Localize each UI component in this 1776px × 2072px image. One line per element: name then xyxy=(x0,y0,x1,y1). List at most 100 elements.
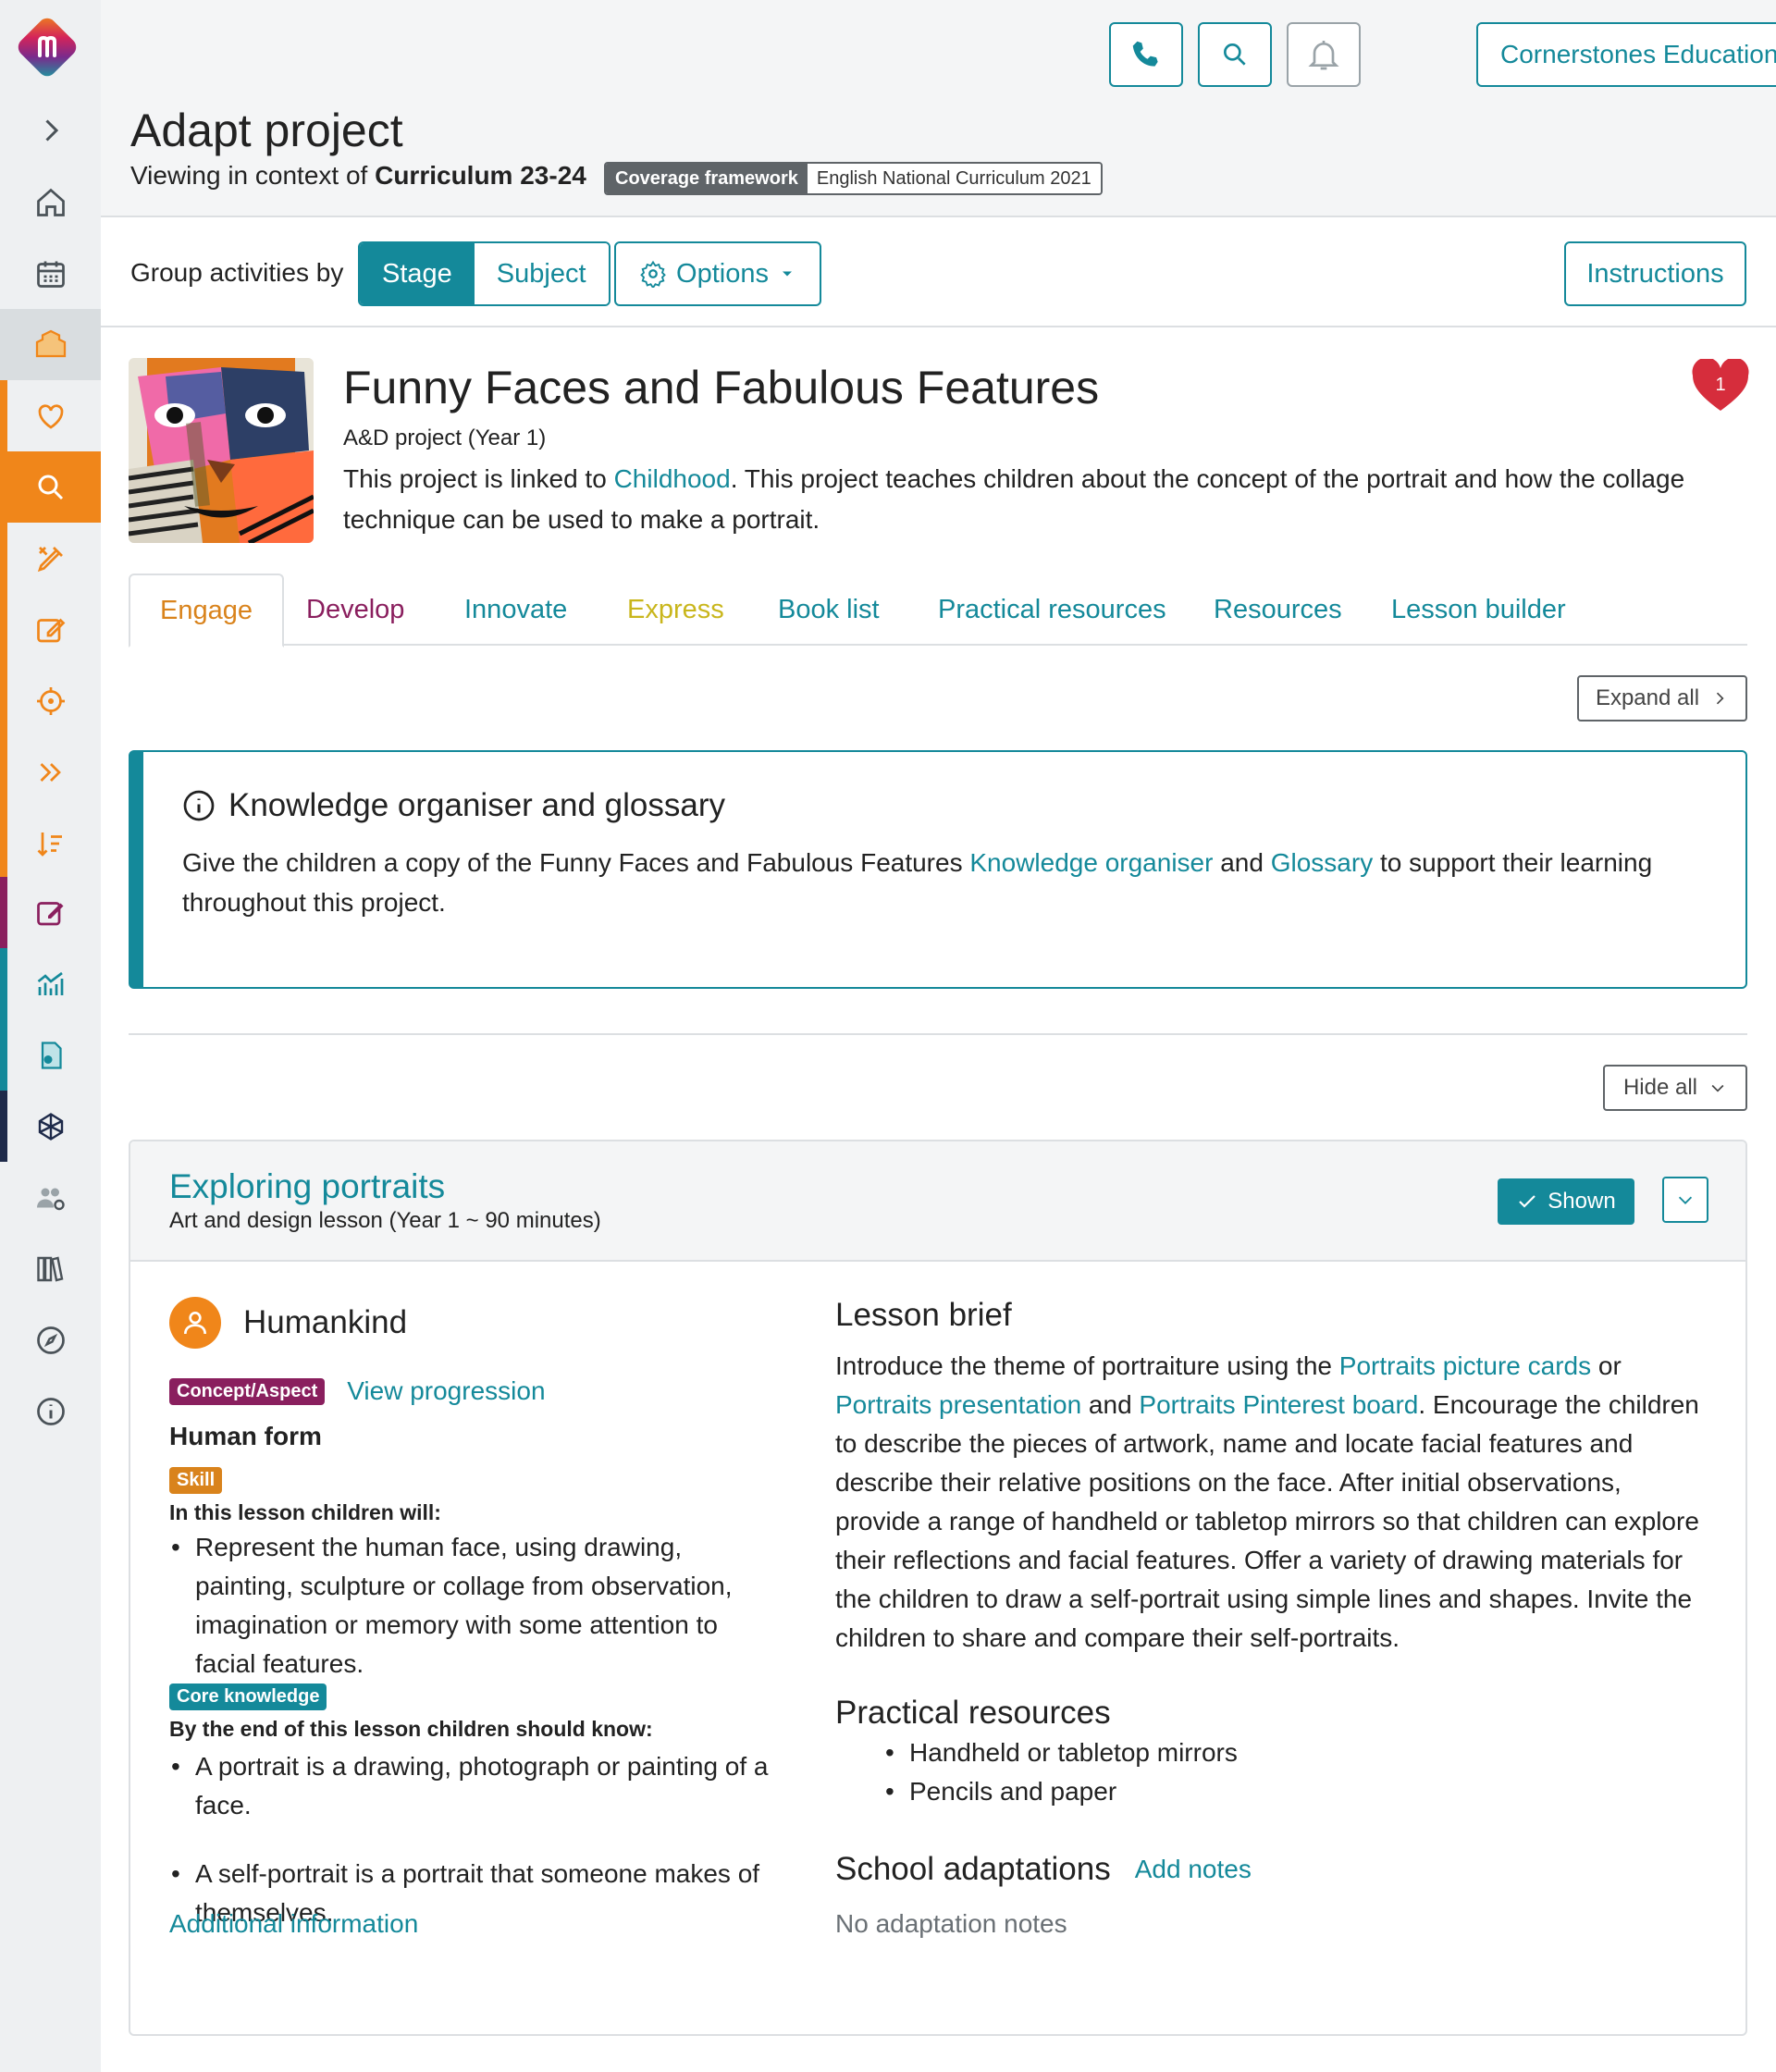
brief-and: and xyxy=(1088,1390,1132,1419)
tab-practical-resources[interactable]: Practical resources xyxy=(938,574,1166,646)
portraits-presentation-link[interactable]: Portraits presentation xyxy=(835,1390,1081,1419)
subject-toggle[interactable]: Subject xyxy=(474,243,609,304)
info-title: Knowledge organiser and glossary xyxy=(182,787,725,824)
info-title-text: Knowledge organiser and glossary xyxy=(228,787,725,823)
project-description: This project is linked to Childhood. Thi… xyxy=(343,459,1712,540)
expand-all-label: Expand all xyxy=(1595,685,1700,710)
organisation-dropdown[interactable]: Cornerstones Education xyxy=(1476,22,1776,87)
tab-express[interactable]: Express xyxy=(627,574,724,646)
notifications-button[interactable] xyxy=(1287,22,1361,87)
compass-icon[interactable] xyxy=(0,1304,101,1375)
chevron-down-icon xyxy=(1711,1084,1724,1092)
info-prefix: Give the children a copy of the Funny Fa… xyxy=(182,848,963,877)
info-and: and xyxy=(1220,848,1264,877)
theme-label: Humankind xyxy=(243,1304,408,1340)
app-logo[interactable] xyxy=(13,13,81,81)
add-notes-link[interactable]: Add notes xyxy=(1135,1855,1252,1884)
tab-book-list[interactable]: Book list xyxy=(778,574,880,646)
view-progression-link[interactable]: View progression xyxy=(347,1376,545,1406)
brief-or: or xyxy=(1597,1351,1622,1380)
chevron-right-icon xyxy=(1716,692,1724,705)
double-chevron-icon[interactable] xyxy=(0,736,101,808)
no-adaptation-notes: No adaptation notes xyxy=(835,1909,1067,1938)
hide-all-button[interactable]: Hide all xyxy=(1603,1065,1747,1111)
analytics-icon[interactable] xyxy=(0,948,101,1019)
core-intro: By the end of this lesson children shoul… xyxy=(169,1717,653,1741)
certificate-icon[interactable] xyxy=(0,1019,101,1091)
heart-icon[interactable] xyxy=(0,380,101,451)
stage-toggle[interactable]: Stage xyxy=(360,243,475,304)
tab-develop[interactable]: Develop xyxy=(306,574,404,646)
favourite-heart-icon[interactable]: 1 xyxy=(1691,357,1750,414)
toolbar: Group activities by Stage Subject Option… xyxy=(101,219,1776,327)
gear-icon xyxy=(640,260,666,288)
tab-resources[interactable]: Resources xyxy=(1214,574,1342,646)
context-line: Viewing in context of Curriculum 23-24 xyxy=(130,161,586,191)
portraits-pinterest-link[interactable]: Portraits Pinterest board xyxy=(1139,1390,1418,1419)
glossary-link[interactable]: Glossary xyxy=(1271,848,1373,877)
home-icon[interactable] xyxy=(0,166,101,238)
phone-icon xyxy=(1132,41,1158,67)
expand-sidebar-icon[interactable] xyxy=(0,94,101,166)
caret-down-icon xyxy=(782,271,792,277)
coverage-framework-badge: Coverage framework English National Curr… xyxy=(604,162,1103,195)
person-icon xyxy=(169,1297,221,1349)
info-nav-icon[interactable] xyxy=(0,1375,101,1447)
info-icon xyxy=(183,790,215,821)
additional-information-link[interactable]: Additional information xyxy=(169,1909,418,1939)
childhood-link[interactable]: Childhood xyxy=(614,464,731,493)
sidebar xyxy=(0,0,101,2072)
knowledge-organiser-link[interactable]: Knowledge organiser xyxy=(969,848,1213,877)
lesson-title-link[interactable]: Exploring portraits xyxy=(169,1167,445,1206)
shown-toggle-button[interactable]: Shown xyxy=(1498,1178,1634,1225)
target-icon[interactable] xyxy=(0,665,101,736)
users-settings-icon[interactable] xyxy=(0,1162,101,1233)
school-icon[interactable] xyxy=(0,309,101,380)
lesson-header: Exploring portraits Art and design lesso… xyxy=(130,1141,1745,1262)
shown-label: Shown xyxy=(1548,1189,1616,1214)
knowledge-organiser-panel: Knowledge organiser and glossary Give th… xyxy=(129,750,1747,989)
library-icon[interactable] xyxy=(0,1233,101,1304)
lesson-collapse-button[interactable] xyxy=(1662,1177,1708,1223)
skill-row: Skill xyxy=(169,1467,223,1494)
school-adaptations-heading: School adaptations xyxy=(835,1851,1111,1887)
phone-button[interactable] xyxy=(1109,22,1183,87)
edit-icon[interactable] xyxy=(0,594,101,665)
theme-heading: Humankind xyxy=(169,1297,407,1349)
core-knowledge-row: Core knowledge xyxy=(169,1684,327,1710)
tab-lesson-builder[interactable]: Lesson builder xyxy=(1391,574,1566,646)
tab-engage[interactable]: Engage xyxy=(129,574,284,648)
assessment-edit-icon[interactable] xyxy=(0,877,101,948)
expand-all-button[interactable]: Expand all xyxy=(1577,675,1747,722)
stage-tabs: Engage Develop Innovate Express Book lis… xyxy=(129,574,1747,648)
search-nav-icon[interactable] xyxy=(0,451,101,523)
page-header: Cornerstones Education Adapt project Vie… xyxy=(101,0,1776,217)
options-button[interactable]: Options xyxy=(614,241,821,306)
lesson-brief-heading: Lesson brief xyxy=(835,1297,1012,1333)
coverage-key: Coverage framework xyxy=(606,164,808,193)
practical-resources-heading: Practical resources xyxy=(835,1695,1111,1731)
brief-rest: . Encourage the children to describe the… xyxy=(835,1390,1699,1652)
lesson-subtitle: Art and design lesson (Year 1 ~ 90 minut… xyxy=(169,1208,601,1233)
context-prefix: Viewing in context of xyxy=(130,161,368,190)
context-curriculum: Curriculum 23-24 xyxy=(375,161,586,190)
section-divider xyxy=(129,1033,1747,1035)
sort-list-icon[interactable] xyxy=(0,808,101,879)
tab-innovate[interactable]: Innovate xyxy=(464,574,567,646)
portraits-picture-cards-link[interactable]: Portraits picture cards xyxy=(1339,1351,1591,1380)
skills-list: Represent the human face, using drawing,… xyxy=(169,1528,780,1684)
core-knowledge-badge: Core knowledge xyxy=(169,1684,327,1710)
calendar-icon[interactable] xyxy=(0,238,101,309)
search-button[interactable] xyxy=(1198,22,1272,87)
desc-prefix: This project is linked to xyxy=(343,464,607,493)
skill-item: Represent the human face, using drawing,… xyxy=(169,1528,780,1684)
project-subtitle: A&D project (Year 1) xyxy=(343,426,547,450)
lesson-brief-text: Introduce the theme of portraiture using… xyxy=(835,1347,1700,1658)
organisation-name[interactable]: Cornerstones Education xyxy=(1478,24,1776,85)
core-item: A portrait is a drawing, photograph or p… xyxy=(169,1747,780,1825)
network-icon[interactable] xyxy=(0,1091,101,1162)
pencil-ruler-icon[interactable] xyxy=(0,523,101,594)
instructions-button[interactable]: Instructions xyxy=(1564,241,1746,306)
options-label: Options xyxy=(676,258,769,289)
concept-row: Concept/Aspect View progression xyxy=(169,1376,546,1406)
